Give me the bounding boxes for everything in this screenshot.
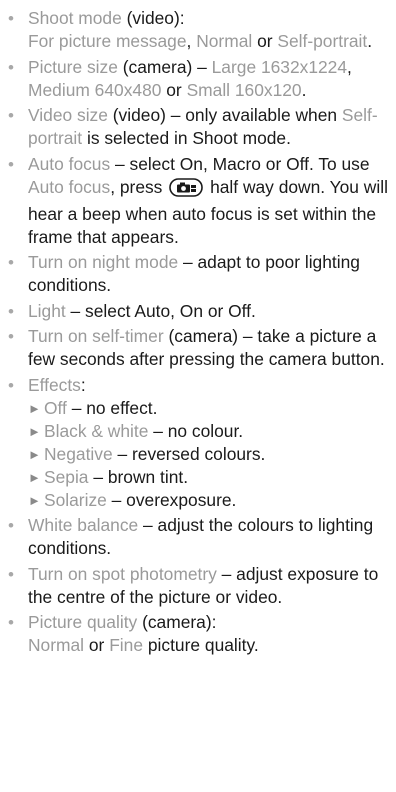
bullet: •: [8, 564, 14, 584]
bullet: •: [8, 327, 14, 346]
text: – no effect.: [66, 397, 158, 418]
effect-solarize: Solarize: [44, 489, 107, 510]
list-item-white-balance: • White balance – adjust the colours to …: [4, 514, 390, 560]
text: picture quality.: [143, 635, 259, 655]
list-item-effects: • Effects: ► Off – no effect. ► Black & …: [4, 374, 390, 512]
bullet: •: [8, 9, 14, 28]
effect-negative: Negative: [44, 443, 113, 464]
bullet: •: [8, 253, 14, 272]
term-night-mode: Turn on night mode: [28, 252, 179, 272]
bullet: •: [8, 106, 14, 125]
manual-page: • Shoot mode (video): For picture messag…: [0, 0, 396, 657]
term-auto-focus: Auto focus: [28, 153, 111, 174]
text: (video) – only available when: [107, 105, 342, 125]
text: ,: [186, 31, 197, 51]
text: .: [367, 31, 373, 51]
bullet: •: [8, 301, 14, 321]
option-large: Large 1632x1224: [211, 56, 348, 77]
option-fine: Fine: [109, 635, 144, 655]
list-item-light: • Light – select Auto, On or Off.: [4, 300, 390, 323]
bullet: •: [8, 57, 14, 77]
text: – no colour.: [148, 420, 244, 441]
text: (video):: [121, 8, 185, 28]
option-medium: Medium 640x480: [28, 79, 162, 100]
sub-item-negative: ► Negative – reversed colours.: [28, 443, 390, 466]
term-spot-photometry: Turn on spot photometry: [28, 563, 217, 584]
sub-item-sepia: ► Sepia – brown tint.: [28, 466, 390, 489]
bullet: •: [8, 154, 14, 174]
term-picture-size: Picture size: [28, 56, 118, 77]
text: , press: [110, 176, 163, 197]
option-normal: Normal: [28, 635, 85, 655]
text: or: [161, 79, 187, 100]
effect-black-white: Black & white: [44, 420, 149, 441]
text: – select Auto, On or Off.: [65, 300, 256, 321]
text: :: [80, 374, 86, 395]
text: – overexposure.: [106, 489, 237, 510]
text: (camera):: [137, 612, 217, 632]
list-item-shoot-mode: • Shoot mode (video): For picture messag…: [4, 7, 390, 53]
list-item-night-mode: • Turn on night mode – adapt to poor lig…: [4, 251, 390, 297]
list-item-picture-size: • Picture size (camera) – Large 1632x122…: [4, 56, 390, 102]
text: (camera) –: [117, 56, 212, 77]
term-shoot-mode: Shoot mode: [28, 8, 122, 28]
arrow-icon: ►: [28, 423, 41, 439]
option-for-picture-message: For picture message: [28, 31, 187, 51]
list-item-video-size: • Video size (video) – only available wh…: [4, 104, 390, 150]
sub-item-solarize: ► Solarize – overexposure.: [28, 489, 390, 512]
text: – select On, Macro or Off. To use: [110, 153, 370, 174]
term-effects: Effects: [28, 374, 81, 395]
option-auto-focus: Auto focus: [28, 176, 111, 197]
effect-sepia: Sepia: [44, 466, 89, 487]
term-self-timer: Turn on self-timer: [28, 326, 164, 346]
text: – reversed colours.: [112, 443, 266, 464]
option-small: Small 160x120: [186, 79, 302, 100]
term-video-size: Video size: [28, 105, 108, 125]
list-item-spot-photometry: • Turn on spot photometry – adjust expos…: [4, 563, 390, 609]
option-self-portrait: Self-portrait: [277, 31, 368, 51]
term-white-balance: White balance: [28, 515, 139, 535]
text: ,: [347, 56, 352, 77]
text: or: [252, 31, 278, 51]
list-item-self-timer: • Turn on self-timer (camera) – take a p…: [4, 325, 390, 371]
camera-key-icon: [169, 177, 204, 203]
option-normal: Normal: [196, 31, 253, 51]
text: is selected in Shoot mode.: [82, 128, 291, 148]
sub-item-off: ► Off – no effect.: [28, 397, 390, 420]
bullet: •: [8, 613, 14, 632]
arrow-icon: ►: [28, 469, 41, 485]
arrow-icon: ►: [28, 492, 41, 508]
term-picture-quality: Picture quality: [28, 612, 138, 632]
bullet: •: [8, 516, 14, 535]
list-item-auto-focus: • Auto focus – select On, Macro or Off. …: [4, 153, 390, 249]
sub-item-black-white: ► Black & white – no colour.: [28, 420, 390, 443]
effect-off: Off: [44, 397, 67, 418]
text: .: [301, 79, 307, 100]
term-light: Light: [28, 300, 66, 321]
arrow-icon: ►: [28, 446, 41, 462]
list-item-picture-quality: • Picture quality (camera): Normal or Fi…: [4, 611, 390, 657]
text: – brown tint.: [88, 466, 189, 487]
arrow-icon: ►: [28, 400, 41, 416]
text: or: [84, 635, 110, 655]
bullet: •: [8, 375, 14, 395]
